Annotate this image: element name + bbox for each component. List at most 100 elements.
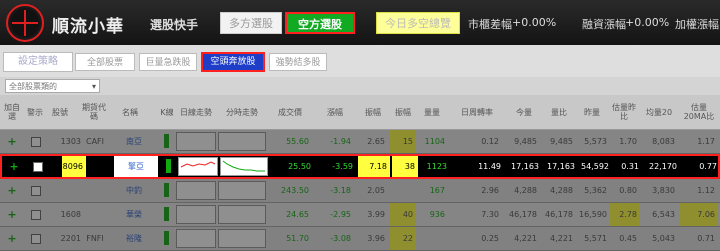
col-alert[interactable]: 警示 <box>24 95 46 129</box>
set-strategy-button[interactable]: 設定策略 <box>3 52 73 72</box>
col-name[interactable]: 名稱 <box>115 95 145 129</box>
stock-code: 8096 <box>62 156 86 177</box>
stock-code: 2201 <box>60 234 81 243</box>
table-row-selected[interactable]: + 8096 擎亞 25.50 -3.59 7.18 38 1123 11.49… <box>0 154 720 179</box>
today-overview-button[interactable]: 今日多空總覽 <box>376 12 460 34</box>
col-amplitude-2[interactable]: 振幅 <box>390 95 416 129</box>
alert-checkbox[interactable] <box>26 227 46 250</box>
est-20ma: 0.71 <box>697 234 715 243</box>
select-value: 全部股票類的 <box>9 82 57 91</box>
app-subtitle: 選股快手 <box>150 18 199 32</box>
yesterday-volume: 16,590 <box>579 210 607 219</box>
intraday-sparkline[interactable] <box>218 229 266 248</box>
tab-volume-drop[interactable]: 巨量急跌股 <box>139 53 197 71</box>
daily-sparkline[interactable] <box>178 157 218 176</box>
stock-table: 加自選 警示 股號 期貨代碼 名稱 K線 日線走勢 分時走勢 成交價 漲幅 振幅… <box>0 95 720 251</box>
amplitude: 3.96 <box>367 234 385 243</box>
stock-category-select[interactable]: 全部股票類的 ▾ <box>5 79 100 93</box>
amplitude: 2.05 <box>367 186 385 195</box>
col-change[interactable]: 漲幅 <box>320 95 350 129</box>
intraday-sparkline[interactable] <box>218 132 266 151</box>
volume-ratio: 17,163 <box>547 162 575 171</box>
app-title: 順流小華 <box>52 17 124 37</box>
price: 25.50 <box>288 162 311 171</box>
col-today-volume[interactable]: 今量 <box>510 95 538 129</box>
alert-checkbox[interactable] <box>26 130 46 153</box>
yesterday-volume: 5,362 <box>584 186 607 195</box>
long-stock-button[interactable]: 多方選股 <box>220 12 282 34</box>
table-row[interactable]: + 1303 CAFI 南亞 55.60 -1.94 2.65 15 1104 … <box>0 130 720 154</box>
est-ratio: 0.31 <box>621 162 639 171</box>
volume <box>418 227 448 250</box>
intraday-sparkline[interactable] <box>218 181 266 200</box>
alert-checkbox[interactable] <box>28 156 48 177</box>
table-row[interactable]: + 2201 FNFI 裕隆 51.70 -3.08 3.96 22 0.25 … <box>0 227 720 251</box>
alert-checkbox[interactable] <box>26 179 46 202</box>
est-20ma: 7.06 <box>680 203 718 226</box>
daily-sparkline[interactable] <box>176 205 216 224</box>
avg20: 5,043 <box>652 234 675 243</box>
col-volume-ratio[interactable]: 量比 <box>545 95 573 129</box>
kline-bar <box>164 134 169 148</box>
col-est-ratio[interactable]: 估量昨比 <box>610 95 638 129</box>
stock-name[interactable]: 南亞 <box>110 130 158 153</box>
daily-sparkline[interactable] <box>176 229 216 248</box>
col-avg20[interactable]: 均量20 <box>642 95 676 129</box>
futures-code: FNFI <box>86 234 104 243</box>
turnover: 0.12 <box>481 137 499 146</box>
col-volume[interactable]: 量量 <box>418 95 446 129</box>
stock-name[interactable]: 裕隆 <box>110 227 158 250</box>
alert-checkbox[interactable] <box>26 203 46 226</box>
daily-sparkline[interactable] <box>176 181 216 200</box>
col-kline[interactable]: K線 <box>160 95 174 129</box>
col-intraday-trend[interactable]: 分時走勢 <box>220 95 264 129</box>
col-add[interactable]: 加自選 <box>2 95 22 129</box>
change: -3.59 <box>332 162 353 171</box>
stock-name[interactable]: 中釣 <box>110 179 158 202</box>
short-stock-button[interactable]: 空方選股 <box>285 12 355 34</box>
kline-bar <box>164 183 169 197</box>
add-watchlist-button[interactable]: + <box>4 156 24 177</box>
futures-code: CAFI <box>85 137 105 146</box>
intraday-sparkline[interactable] <box>220 157 268 176</box>
add-watchlist-button[interactable]: + <box>2 227 22 250</box>
col-futures[interactable]: 期貨代碼 <box>82 95 106 129</box>
market-label-2: 融資漲幅 <box>582 18 626 31</box>
amplitude-2: 38 <box>392 156 418 177</box>
table-row[interactable]: + 1608 華榮 24.65 -2.95 3.99 40 936 7.30 4… <box>0 203 720 227</box>
avg20: 3,830 <box>652 186 675 195</box>
col-turnover[interactable]: 日周轉率 <box>452 95 502 129</box>
change: -3.18 <box>330 186 351 195</box>
daily-trend-line <box>180 161 216 168</box>
col-price[interactable]: 成交價 <box>270 95 310 129</box>
stock-name[interactable]: 華榮 <box>110 203 158 226</box>
daily-sparkline[interactable] <box>176 132 216 151</box>
volume: 167 <box>429 186 445 195</box>
turnover: 0.25 <box>481 234 499 243</box>
col-amplitude[interactable]: 振幅 <box>360 95 386 129</box>
tab-strong-long[interactable]: 強勢結多股 <box>269 53 327 71</box>
est-ratio: 1.70 <box>619 137 637 146</box>
intraday-trend-line <box>222 160 265 172</box>
today-volume: 4,288 <box>514 186 537 195</box>
add-watchlist-button[interactable]: + <box>2 203 22 226</box>
col-est-20ma[interactable]: 估量20MA比 <box>680 95 718 129</box>
col-code[interactable]: 股號 <box>50 95 70 129</box>
amplitude-2: 22 <box>390 227 416 250</box>
table-row[interactable]: + 中釣 243.50 -3.18 2.05 167 2.96 4,288 4,… <box>0 179 720 203</box>
est-ratio: 2.78 <box>610 203 640 226</box>
stock-code: 1303 <box>60 137 81 146</box>
intraday-sparkline[interactable] <box>218 205 266 224</box>
tab-all-stocks[interactable]: 全部股票 <box>75 53 135 71</box>
top-bar: 順流小華 選股快手 多方選股 空方選股 今日多空總覽 市櫃差幅 +0.00% 融… <box>0 0 720 45</box>
add-watchlist-button[interactable]: + <box>2 130 22 153</box>
col-yesterday-volume[interactable]: 昨量 <box>578 95 606 129</box>
stock-name[interactable]: 擎亞 <box>114 156 158 177</box>
col-daily-trend[interactable]: 日線走勢 <box>178 95 214 129</box>
chevron-down-icon: ▾ <box>91 82 96 91</box>
turnover: 11.49 <box>478 162 501 171</box>
add-watchlist-button[interactable]: + <box>2 179 22 202</box>
amplitude-2 <box>390 179 416 202</box>
tab-bear-run[interactable]: 空頭奔放股 <box>201 52 265 72</box>
amplitude: 2.65 <box>367 137 385 146</box>
